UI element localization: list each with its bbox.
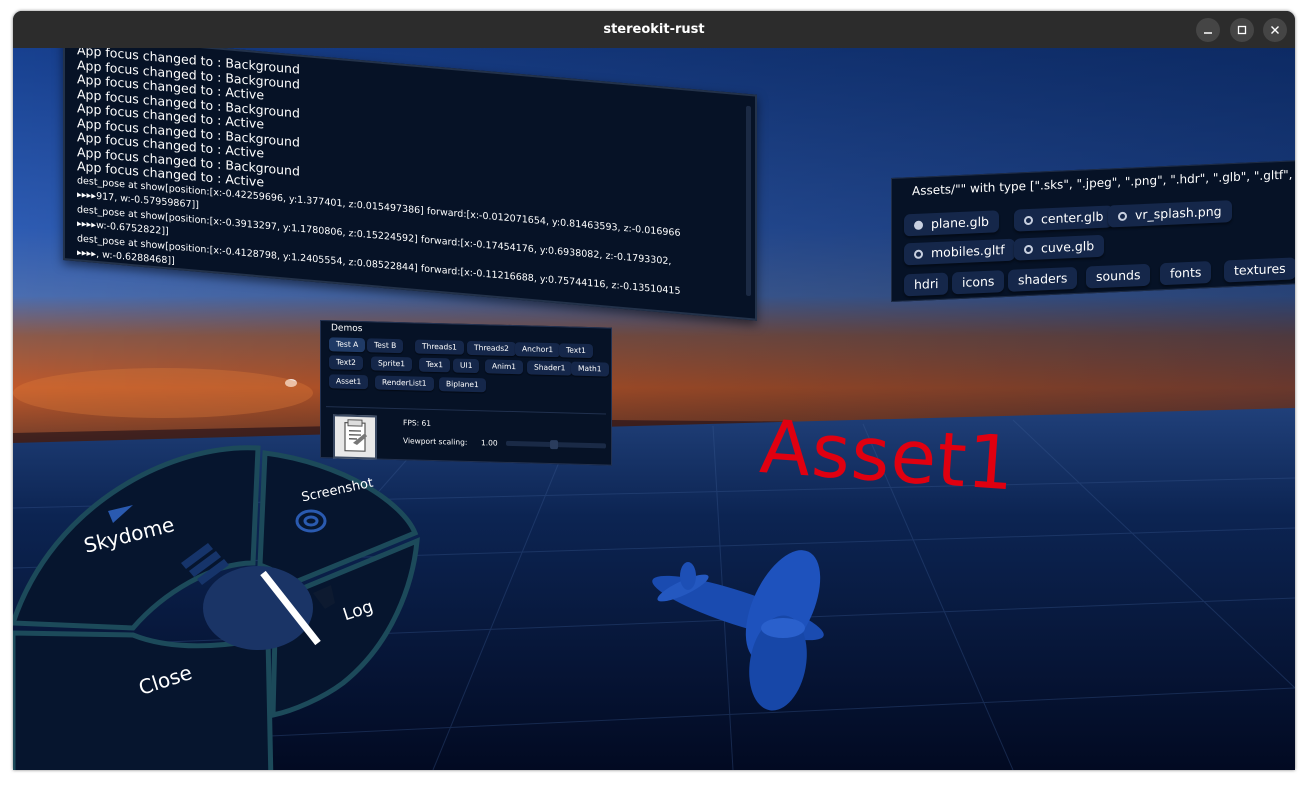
demo-button-test-b[interactable]: Test B — [367, 338, 404, 354]
asset-name-label: Asset1 — [757, 404, 1019, 508]
slider-thumb[interactable] — [550, 440, 558, 450]
folder-hdri[interactable]: hdri — [904, 272, 949, 297]
demo-button-math1[interactable]: Math1 — [571, 361, 609, 377]
file-plane-glb[interactable]: plane.glb — [904, 210, 999, 237]
title-bar[interactable]: stereokit-rust — [13, 11, 1295, 48]
demo-button-sprite1[interactable]: Sprite1 — [371, 356, 413, 372]
demo-button-threads1[interactable]: Threads1 — [415, 339, 464, 355]
maximize-icon — [1237, 25, 1247, 35]
radial-hand-menu[interactable]: Skydome Screenshot Log Close — [13, 443, 433, 770]
maximize-button[interactable] — [1230, 18, 1254, 42]
file-center-glb[interactable]: center.glb — [1014, 205, 1114, 232]
demo-button-biplane1[interactable]: Biplane1 — [439, 377, 486, 393]
radio-icon — [1024, 215, 1033, 226]
folder-sounds[interactable]: sounds — [1086, 263, 1151, 289]
demo-button-anchor1[interactable]: Anchor1 — [515, 342, 561, 358]
file-vr-splash-png[interactable]: vr_splash.png — [1108, 200, 1232, 228]
demo-button-text2[interactable]: Text2 — [329, 355, 363, 371]
demo-button-renderlist1[interactable]: RenderList1 — [375, 375, 434, 391]
vr-scene[interactable]: App focus changed to : Background App foc… — [13, 48, 1295, 770]
folder-icons[interactable]: icons — [952, 270, 1005, 295]
demo-button-anim1[interactable]: Anim1 — [485, 359, 524, 375]
close-button[interactable] — [1263, 18, 1287, 42]
file-cuve-glb[interactable]: cuve.glb — [1014, 234, 1105, 261]
folder-textures[interactable]: textures — [1224, 257, 1295, 283]
file-mobiles-gltf[interactable]: mobiles.gltf — [904, 238, 1015, 266]
demo-button-shader1[interactable]: Shader1 — [527, 360, 573, 376]
window-title: stereokit-rust — [603, 22, 705, 37]
viewport-scaling-slider[interactable] — [506, 440, 606, 450]
demo-button-text1[interactable]: Text1 — [559, 343, 593, 359]
log-scrollbar[interactable] — [746, 105, 751, 297]
assets-panel[interactable]: Assets/"" with type [".sks", ".jpeg", ".… — [891, 159, 1295, 302]
minimize-button[interactable] — [1196, 18, 1220, 42]
viewport-scaling-value: 1.00 — [481, 438, 498, 448]
demos-title: Demos — [331, 323, 363, 335]
folder-shaders[interactable]: shaders — [1008, 266, 1078, 292]
demo-button-tex1[interactable]: Tex1 — [419, 357, 450, 373]
radio-icon — [1024, 244, 1033, 255]
demo-button-test-a[interactable]: Test A — [329, 337, 366, 353]
demo-button-ui1[interactable]: UI1 — [453, 358, 480, 374]
minimize-icon — [1204, 32, 1212, 34]
plane-model[interactable] — [643, 528, 853, 718]
folder-fonts[interactable]: fonts — [1160, 261, 1212, 286]
demo-button-asset1[interactable]: Asset1 — [329, 374, 369, 390]
app-window: stereokit-rust App focus changed to: Ba… — [13, 11, 1295, 770]
radio-icon — [1118, 211, 1127, 222]
radio-icon — [914, 220, 923, 230]
demo-button-threads2[interactable]: Threads2 — [467, 340, 516, 357]
close-icon — [1271, 26, 1279, 34]
demos-divider — [326, 406, 606, 415]
fps-counter: FPS: 61 — [403, 418, 432, 428]
radio-icon — [914, 249, 923, 259]
